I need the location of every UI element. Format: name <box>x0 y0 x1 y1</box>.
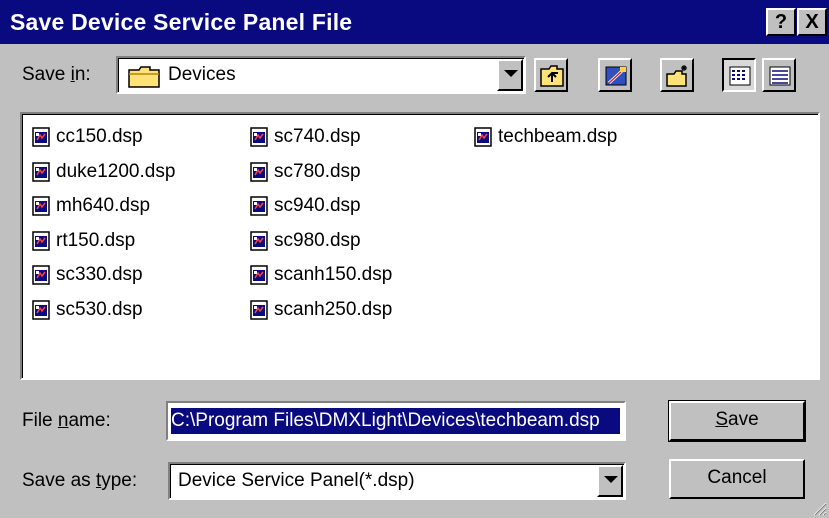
save-button[interactable]: Save <box>668 400 806 442</box>
file-column: techbeam.dsp <box>474 120 617 155</box>
file-name-text: sc530.dsp <box>56 298 143 320</box>
help-button[interactable]: ? <box>766 8 796 36</box>
desktop-button[interactable] <box>598 58 632 92</box>
file-name-text: rt150.dsp <box>56 229 136 251</box>
up-one-level-button[interactable] <box>534 58 568 92</box>
file-item[interactable]: sc330.dsp <box>32 258 175 293</box>
file-name-text: duke1200.dsp <box>56 160 176 182</box>
file-name-text: scanh250.dsp <box>274 298 393 320</box>
title-bar[interactable]: Save Device Service Panel File ? X <box>0 0 829 44</box>
file-name-text: sc940.dsp <box>274 195 361 217</box>
folder-icon <box>128 66 160 88</box>
save-in-dropdown[interactable]: Devices <box>116 56 526 94</box>
save-in-value: Devices <box>168 64 236 85</box>
file-name-selected-text: C:\Program Files\DMXLight\Devices\techbe… <box>171 408 620 434</box>
list-view-icon <box>729 66 751 86</box>
file-name-text: mh640.dsp <box>56 195 151 217</box>
dsp-file-icon <box>32 300 50 320</box>
file-item[interactable]: sc780.dsp <box>250 155 392 190</box>
desktop-icon <box>605 66 627 86</box>
save-as-type-dropdown-button[interactable] <box>597 465 623 497</box>
dsp-file-icon <box>250 127 268 147</box>
file-item[interactable]: scanh150.dsp <box>250 258 392 293</box>
up-one-level-icon <box>540 65 564 87</box>
create-new-folder-icon <box>666 65 687 87</box>
dsp-file-icon <box>32 127 50 147</box>
close-button[interactable]: X <box>797 8 827 36</box>
file-item[interactable]: sc530.dsp <box>32 293 175 328</box>
details-view-button[interactable] <box>762 58 796 92</box>
file-column: cc150.dsp duke1200.dsp mh640.dsp rt150.dsp s… <box>32 120 175 327</box>
file-name-text: sc740.dsp <box>274 126 361 148</box>
save-as-type-value: Device Service Panel(*.dsp) <box>178 470 415 491</box>
file-column: sc740.dsp sc780.dsp sc940.dsp sc980.dsp scan… <box>250 120 392 327</box>
file-item[interactable]: scanh250.dsp <box>250 293 392 328</box>
dsp-file-icon <box>250 196 268 216</box>
dsp-file-icon <box>250 265 268 285</box>
save-in-label: Save in: <box>22 64 91 85</box>
file-name-text: cc150.dsp <box>56 126 143 148</box>
file-name-text: sc780.dsp <box>274 160 361 182</box>
dsp-file-icon <box>32 162 50 182</box>
list-view-button[interactable] <box>722 58 756 92</box>
details-view-icon <box>769 66 791 86</box>
file-name-text: sc980.dsp <box>274 229 361 251</box>
file-list[interactable]: cc150.dsp duke1200.dsp mh640.dsp rt150.dsp s… <box>20 112 820 380</box>
file-item[interactable]: techbeam.dsp <box>474 120 617 155</box>
file-item[interactable]: sc980.dsp <box>250 224 392 259</box>
chevron-down-icon <box>504 70 518 77</box>
file-name-text: scanh150.dsp <box>274 264 393 286</box>
dsp-file-icon <box>32 265 50 285</box>
file-name-text: sc330.dsp <box>56 264 143 286</box>
dialog-title: Save Device Service Panel File <box>10 9 353 35</box>
dsp-file-icon <box>32 196 50 216</box>
resize-grip-icon[interactable] <box>811 500 827 516</box>
dsp-file-icon <box>250 231 268 251</box>
file-name-input[interactable]: C:\Program Files\DMXLight\Devices\techbe… <box>166 401 626 441</box>
dsp-file-icon <box>250 300 268 320</box>
save-as-type-dropdown[interactable]: Device Service Panel(*.dsp) <box>168 462 626 500</box>
file-item[interactable]: sc740.dsp <box>250 120 392 155</box>
dsp-file-icon <box>474 127 492 147</box>
cancel-button[interactable]: Cancel <box>669 459 805 499</box>
dsp-file-icon <box>250 162 268 182</box>
save-in-dropdown-button[interactable] <box>497 59 523 91</box>
file-item[interactable]: sc940.dsp <box>250 189 392 224</box>
file-item[interactable]: rt150.dsp <box>32 224 175 259</box>
chevron-down-icon <box>604 476 618 483</box>
file-name-label: File name: <box>22 410 111 431</box>
file-item[interactable]: mh640.dsp <box>32 189 175 224</box>
file-item[interactable]: duke1200.dsp <box>32 155 175 190</box>
file-item[interactable]: cc150.dsp <box>32 120 175 155</box>
dsp-file-icon <box>32 231 50 251</box>
create-new-folder-button[interactable] <box>660 58 694 92</box>
save-dialog: Save Device Service Panel File ? X Save … <box>0 0 829 518</box>
file-name-text: techbeam.dsp <box>498 126 618 148</box>
save-as-type-label: Save as type: <box>22 470 138 491</box>
